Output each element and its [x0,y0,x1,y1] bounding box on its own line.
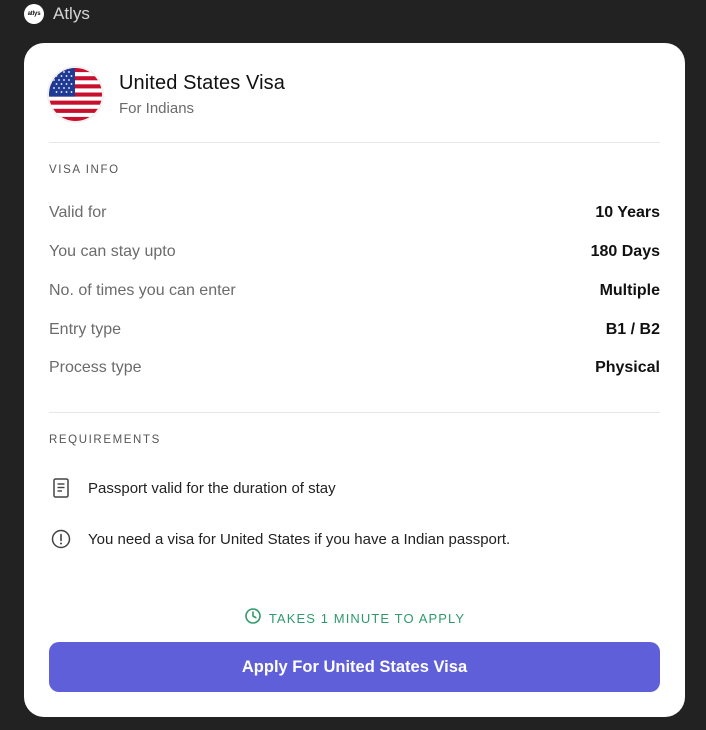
requirement-item: Passport valid for the duration of stay [49,476,660,500]
requirements-heading: REQUIREMENTS [49,434,161,446]
apply-button[interactable]: Apply For United States Visa [49,642,660,692]
info-label: Valid for [49,204,107,221]
us-flag-icon [49,68,102,121]
info-row-entry-type: Entry type B1 / B2 [49,319,660,341]
visa-info-heading: VISA INFO [49,164,120,176]
apply-duration-note: TAKES 1 MINUTE TO APPLY [24,607,685,630]
info-value: 180 Days [590,243,660,260]
requirement-text: You need a visa for United States if you… [88,530,511,548]
info-row-process-type: Process type Physical [49,357,660,379]
divider [49,142,660,143]
document-icon [49,476,73,500]
info-value: 10 Years [595,204,660,221]
page-subtitle: For Indians [119,100,195,117]
info-value: Physical [595,359,660,376]
info-circle-icon [49,527,73,551]
info-row-valid-for: Valid for 10 Years [49,202,660,224]
info-label: Process type [49,359,142,376]
app-topbar: atlys Atlys [0,0,706,30]
app-name: Atlys [53,4,90,23]
info-value: B1 / B2 [605,321,660,338]
info-label: No. of times you can enter [49,282,236,299]
requirement-item: You need a visa for United States if you… [49,527,660,551]
divider [49,412,660,413]
atlys-logo-icon: atlys [24,4,44,24]
clock-icon [244,607,262,630]
info-row-stay: You can stay upto 180 Days [49,241,660,263]
info-label: Entry type [49,321,122,338]
info-row-entries: No. of times you can enter Multiple [49,280,660,302]
requirement-text: Passport valid for the duration of stay [88,479,336,497]
visa-card: United States Visa For Indians VISA INFO… [24,43,685,717]
apply-duration-text: TAKES 1 MINUTE TO APPLY [268,611,466,626]
info-value: Multiple [599,282,660,299]
page-title: United States Visa [119,72,285,94]
info-label: You can stay upto [49,243,176,260]
